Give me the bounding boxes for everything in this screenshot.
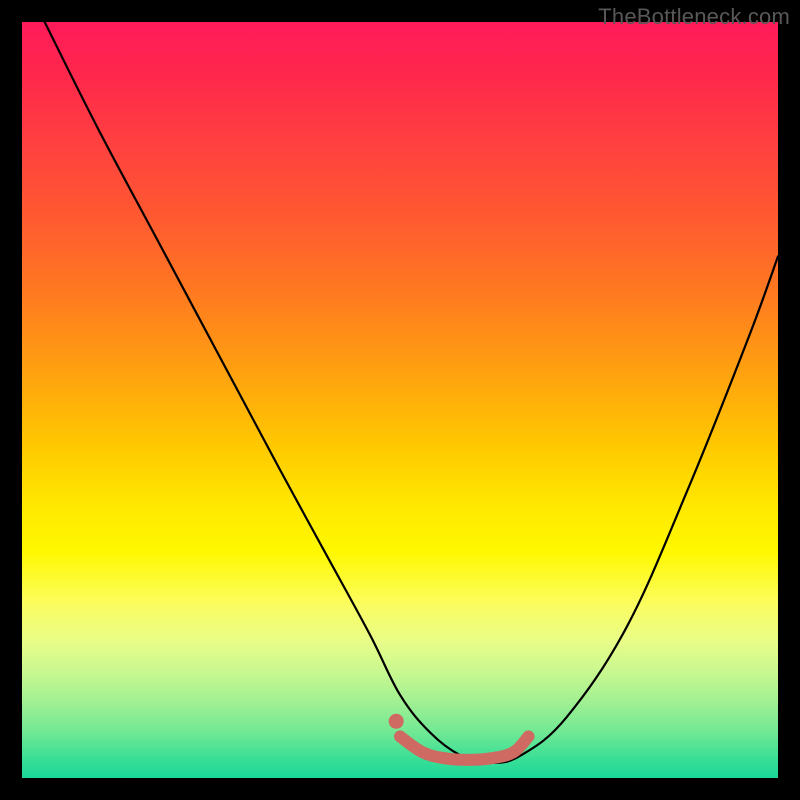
plot-area bbox=[22, 22, 778, 778]
chart-stage: TheBottleneck.com bbox=[0, 0, 800, 800]
v-curve-line bbox=[45, 22, 778, 763]
chart-svg bbox=[22, 22, 778, 778]
watermark-text: TheBottleneck.com bbox=[598, 4, 790, 30]
trough-highlight-dot bbox=[389, 714, 404, 729]
trough-highlight-line bbox=[400, 736, 529, 759]
